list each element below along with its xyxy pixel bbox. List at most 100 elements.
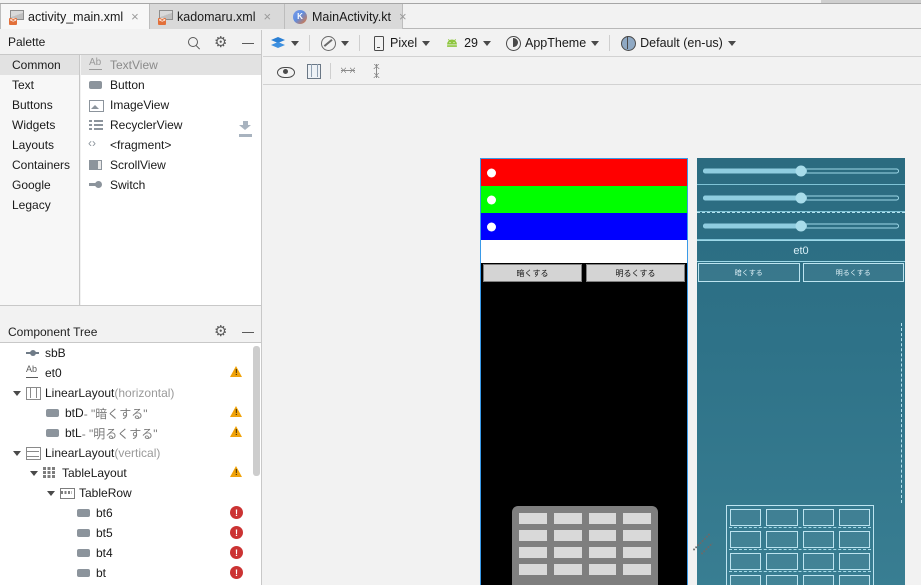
chevron-down-icon[interactable]	[727, 40, 736, 46]
palette-category-layouts[interactable]: Layouts	[0, 135, 79, 155]
gear-icon[interactable]	[214, 33, 228, 51]
grid-button[interactable]	[802, 553, 834, 570]
blueprint-button-btd[interactable]: 暗くする	[698, 263, 800, 282]
warning-icon[interactable]	[230, 406, 243, 419]
tree-row-linearlayout-vertical[interactable]: LinearLayout (vertical)	[0, 443, 261, 463]
warning-icon[interactable]	[230, 366, 243, 379]
grid-button[interactable]	[623, 513, 651, 524]
palette-category-containers[interactable]: Containers	[0, 155, 79, 175]
grid-button[interactable]	[553, 513, 582, 524]
grid-button[interactable]	[588, 513, 617, 524]
tree-row-sbb[interactable]: sbB	[0, 343, 261, 363]
tree-row-tablelayout[interactable]: TableLayout	[0, 463, 261, 483]
grid-button[interactable]	[730, 575, 762, 585]
toggle-columns-button[interactable]	[299, 57, 327, 85]
blueprint-seekbar-green[interactable]	[697, 185, 905, 212]
minimize-icon[interactable]	[241, 36, 255, 50]
tree-row-linearlayout-horizontal[interactable]: LinearLayout (horizontal)	[0, 383, 261, 403]
palette-item-textview[interactable]: TextView	[81, 55, 261, 75]
grid-button[interactable]	[802, 509, 834, 526]
preview-button-btl[interactable]: 明るくする	[586, 264, 685, 282]
grid-button[interactable]	[519, 564, 547, 575]
chevron-down-icon[interactable]	[483, 40, 491, 46]
error-icon[interactable]	[230, 546, 243, 559]
grid-button[interactable]	[519, 547, 547, 558]
grid-button[interactable]	[766, 575, 798, 585]
blueprint-table-layout[interactable]	[726, 505, 874, 585]
close-icon[interactable]: ×	[399, 10, 407, 23]
seekbar-thumb[interactable]	[487, 195, 496, 204]
palette-category-buttons[interactable]: Buttons	[0, 95, 79, 115]
palette-category-text[interactable]: Text	[0, 75, 79, 95]
toggle-visibility-button[interactable]	[271, 57, 299, 85]
grid-button[interactable]	[553, 564, 582, 575]
editor-tab-kadomaru-xml[interactable]: kadomaru.xml ×	[150, 4, 285, 29]
device-preview[interactable]: 暗くする 明るくする	[480, 158, 688, 585]
grid-button[interactable]	[766, 553, 798, 570]
close-icon[interactable]: ×	[131, 10, 139, 23]
chevron-down-icon[interactable]	[591, 40, 600, 46]
search-icon[interactable]	[187, 36, 201, 50]
grid-button[interactable]	[588, 547, 617, 558]
tree-row-bt4[interactable]: bt4	[0, 543, 261, 563]
horizontal-resize-button[interactable]	[334, 57, 362, 85]
blueprint-seekbar-red[interactable]	[697, 158, 905, 185]
grid-button[interactable]	[623, 564, 651, 575]
grid-button[interactable]	[766, 531, 798, 548]
theme-selector[interactable]: AppTheme	[498, 30, 606, 57]
palette-category-widgets[interactable]: Widgets	[0, 115, 79, 135]
chevron-down-icon[interactable]	[341, 40, 349, 46]
grid-button[interactable]	[838, 531, 870, 548]
palette-item-scrollview[interactable]: ScrollView	[81, 155, 261, 175]
grid-button[interactable]	[730, 509, 762, 526]
grid-button[interactable]	[838, 509, 870, 526]
grid-button[interactable]	[730, 553, 762, 570]
seekbar-thumb[interactable]	[487, 168, 496, 177]
grid-button[interactable]	[838, 575, 870, 585]
chevron-down-icon[interactable]	[422, 40, 431, 46]
editor-tab-activity-main-xml[interactable]: activity_main.xml ×	[0, 4, 150, 29]
grid-button[interactable]	[553, 530, 582, 541]
palette-item-recyclerview[interactable]: RecyclerView	[81, 115, 261, 135]
chevron-down-icon[interactable]	[291, 40, 299, 46]
grid-button[interactable]	[838, 553, 870, 570]
tree-row-bt5[interactable]: bt5	[0, 523, 261, 543]
chevron-down-icon[interactable]	[12, 448, 23, 459]
seekbar-green[interactable]	[481, 186, 687, 213]
blueprint-button-btl[interactable]: 明るくする	[802, 263, 904, 282]
chevron-down-icon[interactable]	[46, 488, 57, 499]
blueprint-seekbar-blue[interactable]	[697, 213, 905, 240]
palette-item-fragment[interactable]: <fragment>	[81, 135, 261, 155]
component-tree-body[interactable]: sbB et0 LinearLayout (horizontal) btD - …	[0, 343, 262, 585]
download-icon[interactable]	[239, 121, 252, 134]
seekbar-thumb[interactable]	[795, 192, 807, 204]
grid-button[interactable]	[553, 547, 582, 558]
palette-category-legacy[interactable]: Legacy	[0, 195, 79, 215]
tree-row-et0[interactable]: et0	[0, 363, 261, 383]
gear-icon[interactable]	[214, 322, 228, 340]
grid-button[interactable]	[588, 564, 617, 575]
grid-button[interactable]	[730, 531, 762, 548]
design-canvas[interactable]: 暗くする 明るくする et0 暗くする 明るくする	[263, 85, 921, 585]
close-icon[interactable]: ×	[264, 10, 272, 23]
palette-category-common[interactable]: Common	[0, 55, 79, 75]
design-mode-selector[interactable]	[263, 30, 306, 57]
orientation-selector[interactable]	[313, 30, 356, 57]
device-selector[interactable]: Pixel	[363, 30, 437, 57]
editor-tab-mainactivity-kt[interactable]: MainActivity.kt ×	[285, 4, 407, 29]
palette-item-imageview[interactable]: ImageView	[81, 95, 261, 115]
locale-selector[interactable]: Default (en-us)	[613, 30, 743, 57]
chevron-down-icon[interactable]	[29, 468, 40, 479]
grid-button[interactable]	[766, 509, 798, 526]
preview-table-layout[interactable]	[512, 506, 658, 585]
palette-category-google[interactable]: Google	[0, 175, 79, 195]
tree-row-btl[interactable]: btL - "明るくする"	[0, 423, 261, 443]
grid-button[interactable]	[623, 530, 651, 541]
error-icon[interactable]	[230, 526, 243, 539]
grid-button[interactable]	[802, 531, 834, 548]
tree-row-btd[interactable]: btD - "暗くする"	[0, 403, 261, 423]
seekbar-thumb[interactable]	[487, 222, 496, 231]
tree-row-bt6[interactable]: bt6	[0, 503, 261, 523]
canvas-resize-handle[interactable]	[691, 529, 719, 557]
grid-button[interactable]	[623, 547, 651, 558]
